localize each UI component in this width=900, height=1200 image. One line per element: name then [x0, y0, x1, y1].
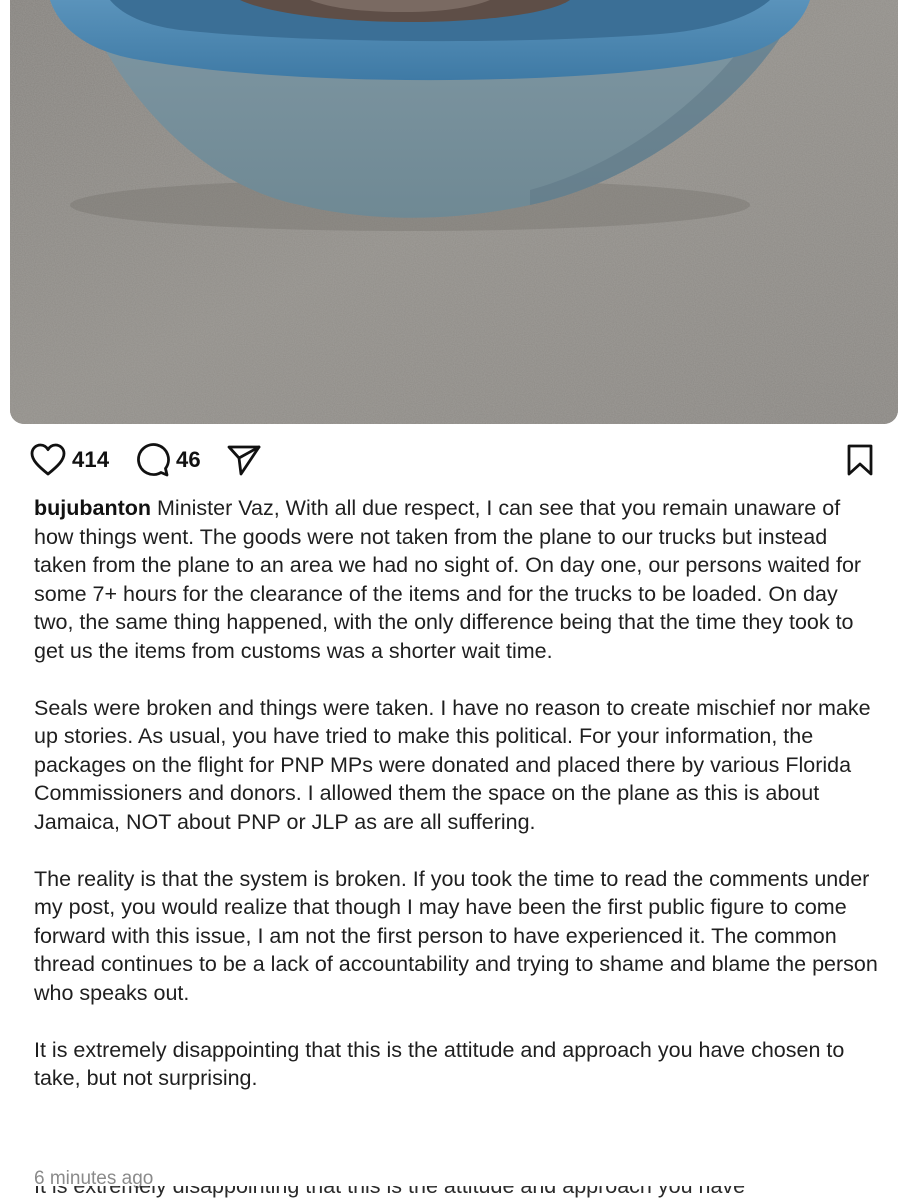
heart-icon[interactable] [30, 443, 66, 477]
comment-count: 46 [176, 447, 201, 472]
post-action-bar: 414 46 [30, 440, 880, 480]
share-action[interactable] [226, 440, 262, 480]
photo-bucket-on-pavement [10, 0, 898, 424]
username-link[interactable]: bujubanton [34, 496, 151, 520]
post-caption: bujubanton Minister Vaz, With all due re… [34, 494, 880, 1093]
next-post-cutoff-text: It is extremely disappointing that this … [34, 1186, 880, 1200]
save-action[interactable] [844, 440, 876, 480]
bookmark-icon[interactable] [844, 443, 876, 477]
caption-paragraph: It is extremely disappointing that this … [34, 1037, 845, 1091]
post-photo[interactable] [10, 0, 898, 424]
like-action[interactable]: 414 [30, 440, 109, 480]
caption-text: Minister Vaz, With all due respect, I ca… [34, 496, 862, 663]
like-count: 414 [72, 447, 110, 472]
comment-action[interactable]: 46 [134, 440, 201, 480]
caption-paragraph: bujubanton Minister Vaz, With all due re… [34, 494, 880, 665]
cutoff-text: It is extremely disappointing that this … [34, 1186, 746, 1198]
paper-plane-icon[interactable] [226, 443, 262, 477]
comment-bubble-icon[interactable] [134, 442, 170, 478]
caption-paragraph: Seals were broken and things were taken.… [34, 695, 871, 834]
caption-paragraph: The reality is that the system is broken… [34, 866, 878, 1005]
